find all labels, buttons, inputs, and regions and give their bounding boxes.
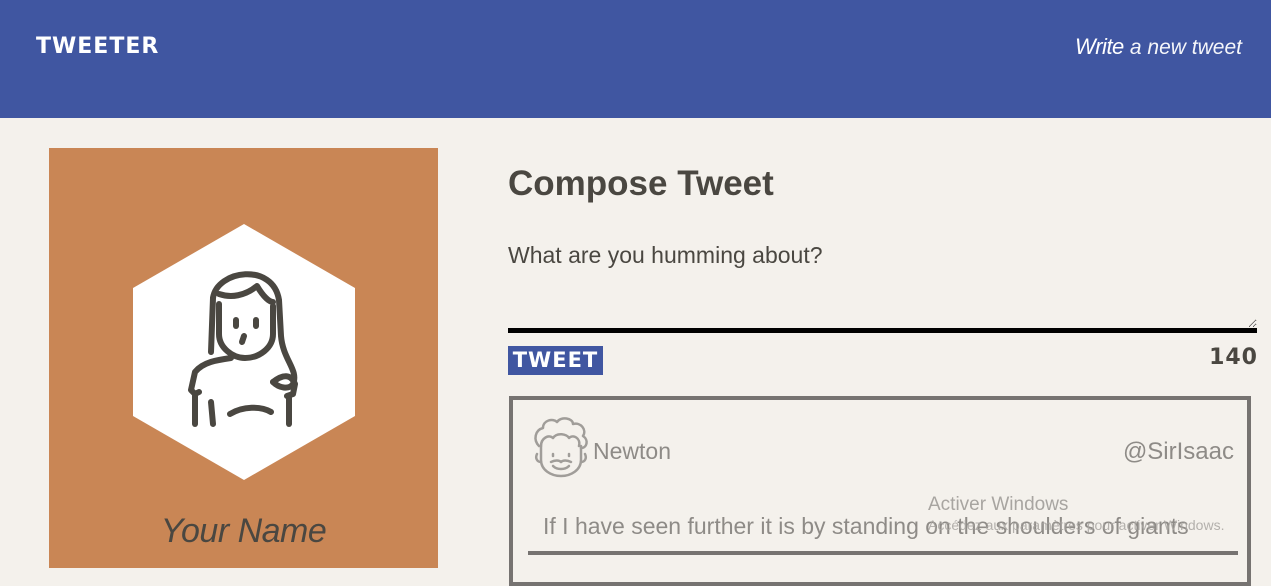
profile-card: Your Name — [49, 148, 438, 568]
write-new-tweet-link[interactable]: Write a new tweet — [1075, 34, 1242, 60]
tweet-author-name: Newton — [593, 438, 671, 464]
brand-logo[interactable]: TWEETER — [36, 34, 159, 59]
watermark-subtitle: Accédez aux paramètres pour activer Wind… — [928, 517, 1225, 533]
compose-title: Compose Tweet — [508, 164, 774, 203]
new-tweet-label: a new tweet — [1129, 36, 1242, 59]
tweet-divider — [528, 551, 1238, 555]
curly-hair-avatar-icon — [534, 417, 588, 478]
windows-activation-watermark: Activer Windows Accédez aux paramètres p… — [928, 494, 1224, 533]
tweet-button[interactable]: TWEET — [508, 346, 603, 375]
tweet-card: Newton @SirIsaac If I have seen further … — [509, 396, 1251, 586]
write-label: Write — [1074, 34, 1124, 59]
tweet-author-handle: @SirIsaac — [1122, 438, 1234, 465]
top-navbar: TWEETER Write a new tweet — [0, 0, 1271, 118]
woman-avatar-icon — [133, 224, 355, 480]
character-counter: 140 — [1209, 345, 1258, 370]
tweet-text-input[interactable] — [508, 238, 1257, 333]
watermark-title: Activer Windows — [928, 494, 1069, 515]
profile-name: Your Name — [160, 512, 327, 550]
